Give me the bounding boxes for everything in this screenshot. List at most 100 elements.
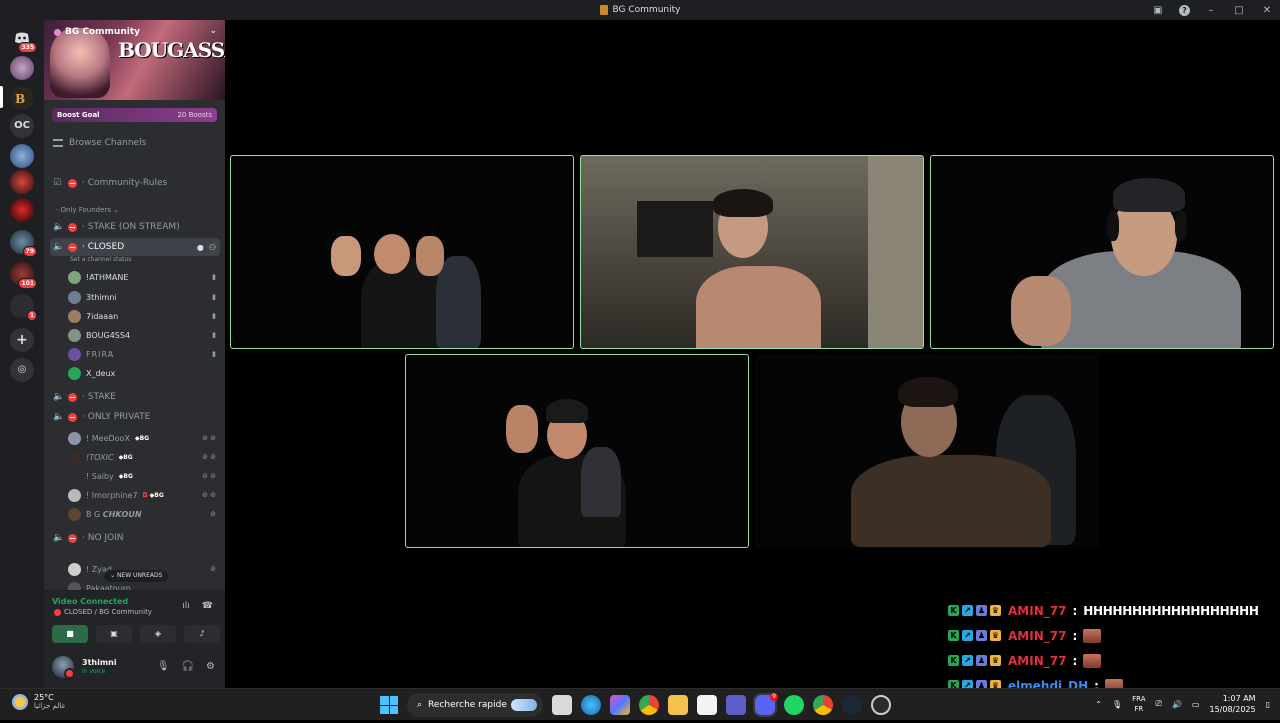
channel-label: · STAKE (ON STREAM) <box>82 222 180 232</box>
channel-stake-on-stream[interactable]: 🔈 · STAKE (ON STREAM) <box>50 218 220 236</box>
task-view-icon[interactable] <box>552 695 572 715</box>
member-name: 7idaaan <box>86 311 119 321</box>
microphone-icon[interactable]: 🎙 <box>157 661 170 672</box>
channel-sidebar: BOUGASSAA BG Community ⌄ Boost Goal 20 B… <box>44 20 225 688</box>
channel-stake[interactable]: 🔈 · STAKE <box>50 388 220 406</box>
server-avatar[interactable] <box>10 144 34 168</box>
video-tile[interactable] <box>930 155 1274 349</box>
share-screen-button[interactable]: ▣ <box>96 625 132 643</box>
new-unreads-pill[interactable]: ⌄ NEW UNREADS <box>104 570 169 582</box>
no-entry-icon <box>54 608 61 616</box>
boost-goal-bar[interactable]: Boost Goal 20 Boosts <box>52 108 217 122</box>
avatar[interactable] <box>52 656 75 679</box>
add-member-icon[interactable]: ⚇ <box>209 243 216 252</box>
server-avatar[interactable] <box>10 170 34 194</box>
chat-badge-icon: ↗ <box>962 605 973 616</box>
headphones-icon[interactable]: 🎧 <box>182 661 194 672</box>
server-avatar[interactable]: 101 <box>10 262 37 289</box>
voice-member[interactable]: ! Imorphine7 ◘ ◆BG ⊘ ⊘ <box>68 487 218 503</box>
server-folder[interactable]: 1 <box>10 294 37 321</box>
voice-member[interactable]: !ATHMANE ▮ <box>68 269 218 285</box>
video-tile[interactable] <box>580 155 924 349</box>
battery-icon[interactable]: ▭ <box>1192 700 1200 709</box>
channel-only-private[interactable]: 🔈 · ONLY PRIVATE <box>50 408 220 426</box>
participant-arm <box>331 236 361 276</box>
voice-member[interactable]: B G 𝘾𝙃𝙆𝙊𝙐𝙉 ⊘ <box>68 506 218 522</box>
home-button[interactable]: 335 <box>10 26 37 53</box>
voice-member[interactable]: BOUG4SS4 ▮ <box>68 327 218 343</box>
user-name[interactable]: 3thimni <box>82 658 117 667</box>
server-name[interactable]: BG Community <box>54 27 140 37</box>
camera-button[interactable]: ■ <box>52 625 88 643</box>
chrome-icon[interactable] <box>639 695 659 715</box>
member-name: ! Imorphine7 <box>86 490 138 500</box>
voice-member[interactable]: ! MeeDooX ◆BG ⊘ ⊘ <box>68 430 218 446</box>
settings-gear-icon[interactable]: ⚙ <box>206 661 215 672</box>
noise-suppression-icon[interactable]: ılı <box>182 601 190 611</box>
member-name: X_deux <box>86 368 116 378</box>
inbox-icon[interactable]: ▣ <box>1151 5 1165 16</box>
server-banner[interactable]: BOUGASSAA BG Community ⌄ <box>44 20 225 100</box>
discover-icon[interactable]: ◎ <box>10 358 34 382</box>
server-avatar[interactable] <box>10 198 34 222</box>
windows-start-icon[interactable] <box>380 696 398 714</box>
notifications-icon[interactable]: ▯ <box>1266 700 1270 709</box>
weather-widget[interactable]: 25°C عالم جزائيا <box>12 693 66 710</box>
voice-member[interactable]: FRIRA ▮ <box>68 346 218 362</box>
voice-member[interactable]: !TOXIC ◆BG ⊘ ⊘ <box>68 449 218 465</box>
voice-member[interactable]: 3thimni ▮ <box>68 289 218 305</box>
microphone-icon[interactable]: 🎙 <box>1112 700 1122 709</box>
close-button[interactable]: ✕ <box>1260 5 1274 16</box>
language-indicator[interactable]: FRA FR <box>1132 694 1145 714</box>
chat-badge-icon: ♛ <box>990 605 1001 616</box>
channel-closed[interactable]: 🔈 · CLOSED ● ⚇ <box>50 238 220 256</box>
volume-icon[interactable]: 🔊 <box>1172 700 1182 709</box>
server-avatar[interactable]: 79 <box>10 230 37 257</box>
chevron-down-icon[interactable]: ⌄ <box>209 26 217 36</box>
video-tile[interactable] <box>230 155 574 349</box>
help-icon[interactable]: ? <box>1179 4 1190 16</box>
muted-icon: ⊘ ⊘ <box>202 491 216 499</box>
gaming-chair <box>581 447 621 517</box>
spotify-icon[interactable] <box>784 695 804 715</box>
store-icon[interactable] <box>697 695 717 715</box>
chevron-up-icon[interactable]: ⌃ <box>1095 700 1102 709</box>
activities-button[interactable]: ◈ <box>140 625 176 643</box>
soundboard-button[interactable]: ♪ <box>184 625 220 643</box>
maximize-button[interactable]: □ <box>1232 5 1246 16</box>
steam-icon[interactable] <box>842 695 862 715</box>
chat-icon[interactable]: ● <box>197 243 204 252</box>
obs-icon[interactable] <box>871 695 891 715</box>
video-tile[interactable] <box>405 354 749 548</box>
teams-icon[interactable] <box>726 695 746 715</box>
channel-label: · CLOSED <box>82 242 125 252</box>
discord-icon[interactable]: 9 <box>753 693 778 717</box>
banner-artwork <box>50 28 110 98</box>
video-tile[interactable] <box>755 354 1099 548</box>
server-bg-community[interactable]: B <box>10 86 34 110</box>
minimize-button[interactable]: – <box>1204 5 1218 16</box>
voice-location[interactable]: CLOSED / BG Community <box>54 608 152 616</box>
copilot-icon[interactable] <box>610 695 630 715</box>
edge-icon[interactable] <box>581 695 601 715</box>
voice-connected[interactable]: Video Connected <box>52 597 128 606</box>
add-server-icon[interactable]: + <box>10 328 34 352</box>
channel-community-rules[interactable]: ☑ · Community-Rules <box>50 174 220 192</box>
voice-member[interactable]: X_deux <box>68 365 218 381</box>
channel-status[interactable]: Set a channel status <box>70 256 131 263</box>
clock[interactable]: 1:07 AM 15/08/2025 <box>1209 693 1255 715</box>
voice-member[interactable]: 7idaaan ▮ <box>68 308 218 324</box>
server-oc[interactable]: OC <box>10 114 34 138</box>
server-badge: 101 <box>18 278 37 289</box>
channel-no-join[interactable]: 🔈 · NO JOIN <box>50 529 220 547</box>
browse-channels[interactable]: Browse Channels <box>44 136 225 150</box>
avatar <box>68 562 81 576</box>
voice-member[interactable]: ! Salby ◆BG ⊘ ⊘ <box>68 468 218 484</box>
taskbar-search[interactable]: ⌕ Recherche rapide <box>407 693 543 717</box>
server-avatar[interactable] <box>10 56 34 80</box>
network-icon[interactable]: ⎚ <box>1156 699 1162 709</box>
category-only-founders[interactable]: · Only Founders ⌄ <box>56 206 119 214</box>
file-explorer-icon[interactable] <box>668 695 688 715</box>
chrome-profile-icon[interactable] <box>813 695 833 715</box>
disconnect-icon[interactable]: ☎ <box>202 601 213 611</box>
